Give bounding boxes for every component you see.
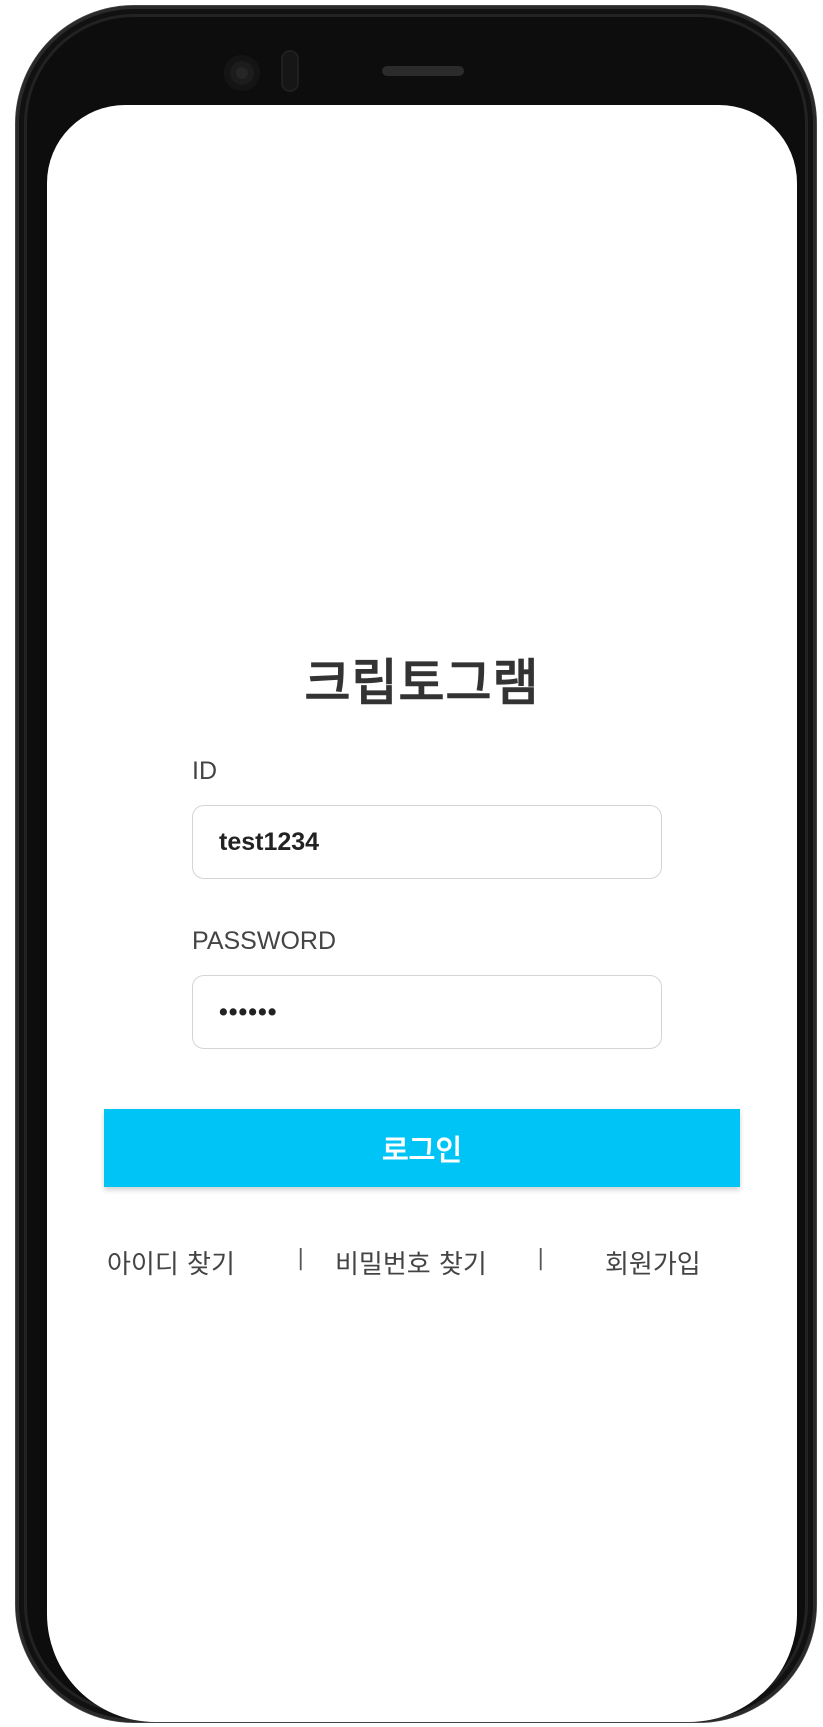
find-id-link[interactable]: 아이디 찾기 xyxy=(107,1244,235,1281)
front-camera-icon xyxy=(224,55,260,91)
signup-link[interactable]: 회원가입 xyxy=(605,1244,701,1281)
link-separator: | xyxy=(537,1246,545,1271)
app-title: 크립토그램 xyxy=(304,653,540,712)
id-input[interactable] xyxy=(192,805,662,879)
login-button[interactable]: 로그인 xyxy=(104,1109,740,1187)
app-screen: 크립토그램 ID PASSWORD 로그인 아이디 찾기 | 비밀번호 찾기 |… xyxy=(47,105,797,1722)
link-separator: | xyxy=(297,1246,305,1271)
proximity-sensor-icon xyxy=(281,50,299,92)
earpiece-speaker-icon xyxy=(382,66,464,76)
find-password-link[interactable]: 비밀번호 찾기 xyxy=(335,1244,487,1281)
password-label: PASSWORD xyxy=(192,927,336,955)
password-input[interactable] xyxy=(192,975,662,1049)
id-label: ID xyxy=(192,757,217,785)
account-links: 아이디 찾기 | 비밀번호 찾기 | 회원가입 xyxy=(47,1244,797,1284)
